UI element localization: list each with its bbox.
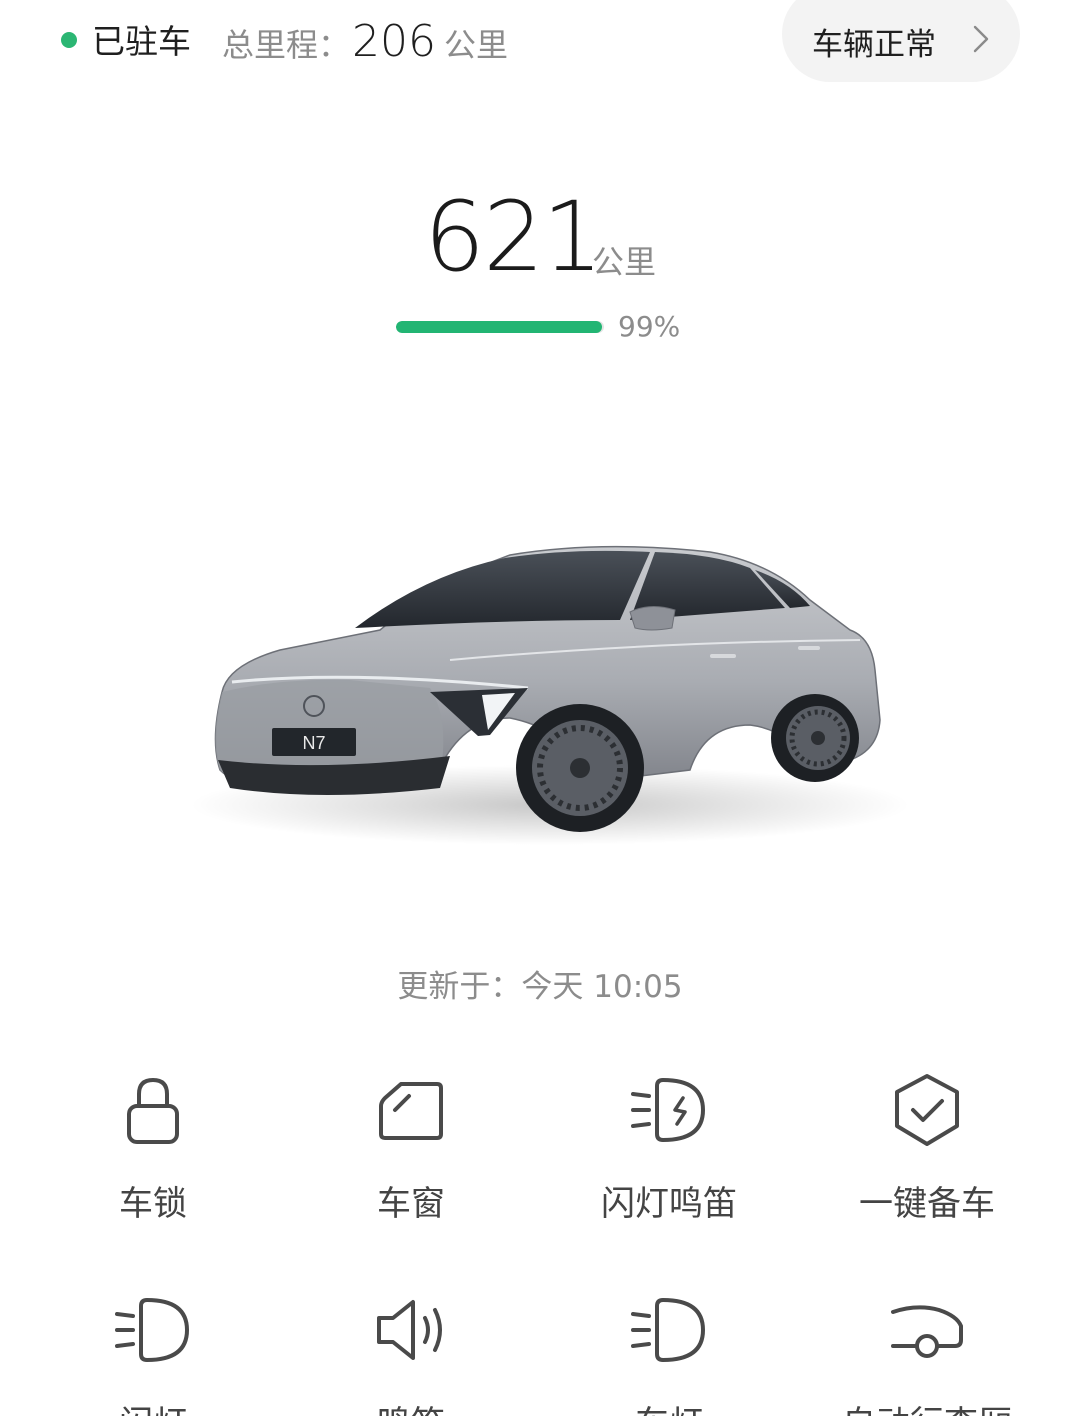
- battery-percent: 99%: [618, 310, 681, 343]
- vehicle-controls-grid: 车锁 车窗 闪灯鸣笛 一键备车: [24, 1060, 1056, 1416]
- range-unit: 公里: [592, 243, 657, 281]
- chevron-right-icon: [973, 25, 989, 53]
- range-display: 621 公里: [0, 182, 1080, 292]
- parked-status-label: 已驻车: [92, 22, 191, 61]
- control-trunk[interactable]: 自动行李厢: [798, 1280, 1056, 1416]
- battery-bar-track: [396, 321, 604, 333]
- control-label: 自动行李厢: [798, 1400, 1056, 1416]
- flash-horn-icon: [631, 1077, 706, 1143]
- control-horn[interactable]: 鸣笛: [282, 1280, 540, 1416]
- speaker-icon: [377, 1300, 442, 1360]
- vehicle-health-button[interactable]: 车辆正常: [782, 0, 1020, 82]
- plate-text: N7: [302, 733, 325, 753]
- control-label: 鸣笛: [282, 1400, 540, 1416]
- control-label: 一键备车: [859, 1184, 995, 1224]
- battery-level: 99%: [396, 310, 716, 350]
- car-image: N7: [150, 520, 950, 920]
- control-flash-horn[interactable]: 闪灯鸣笛: [540, 1060, 798, 1250]
- vehicle-home-screen: 已驻车 总里程： 206 公里 车辆正常 621 公里 99% N7 更新于：今…: [0, 0, 1080, 1416]
- status-row: 已驻车 总里程： 206 公里 车辆正常: [0, 0, 1080, 88]
- trunk-icon: [891, 1305, 963, 1358]
- vehicle-health-label: 车辆正常: [812, 26, 936, 63]
- control-label: 闪灯: [24, 1400, 282, 1416]
- control-lock[interactable]: 车锁: [24, 1060, 282, 1250]
- total-mileage: 总里程： 206 公里: [222, 16, 508, 67]
- headlight-icon: [631, 1297, 706, 1363]
- control-quick-prep[interactable]: 一键备车: [798, 1060, 1056, 1250]
- lock-icon: [127, 1077, 179, 1144]
- control-label: 车灯: [540, 1400, 798, 1416]
- control-window[interactable]: 车窗: [282, 1060, 540, 1250]
- mileage-unit: 公里: [444, 26, 509, 64]
- battery-bar-fill: [396, 321, 602, 333]
- headlight-icon: [115, 1297, 190, 1363]
- parked-status-dot: [61, 32, 77, 48]
- shield-check-icon: [895, 1074, 959, 1146]
- range-value: 621: [424, 181, 603, 293]
- mileage-label: 总里程：: [222, 26, 351, 64]
- window-icon: [379, 1082, 443, 1140]
- last-updated-time: 更新于：今天 10:05: [397, 969, 683, 1005]
- control-lights[interactable]: 车灯: [540, 1280, 798, 1416]
- control-flash[interactable]: 闪灯: [24, 1280, 282, 1416]
- control-label: 车锁: [119, 1184, 187, 1224]
- control-label: 闪灯鸣笛: [601, 1184, 737, 1224]
- car-illustration: N7: [190, 545, 910, 845]
- control-label: 车窗: [377, 1184, 445, 1224]
- mileage-value: 206: [352, 16, 436, 67]
